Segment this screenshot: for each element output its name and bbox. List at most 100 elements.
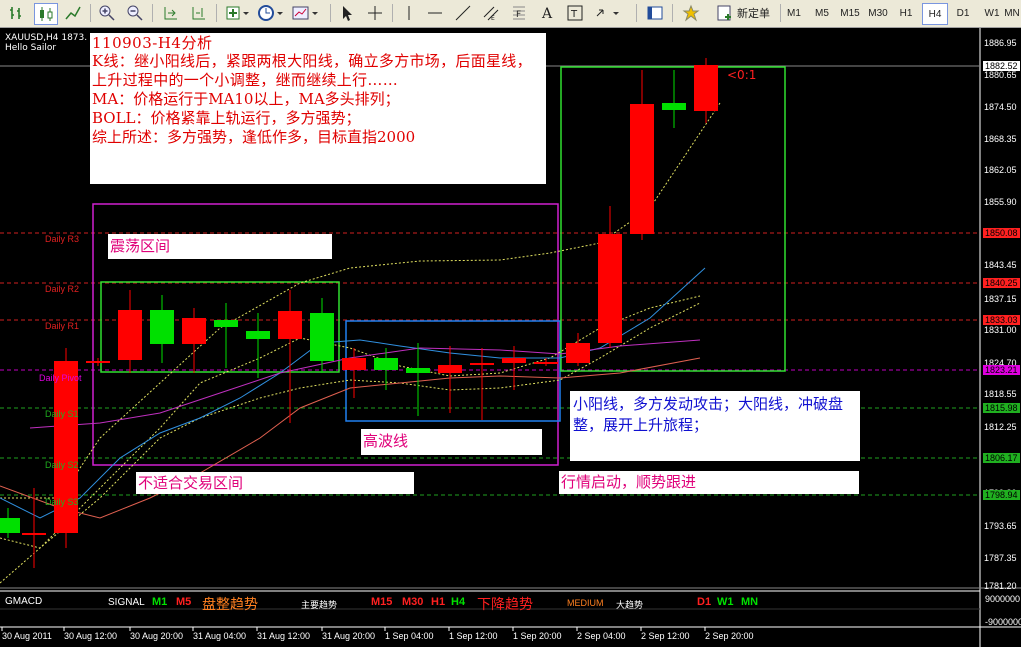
date-tick: 1 Sep 04:00 xyxy=(385,631,434,641)
trend-start-label: 行情启动，顺势跟进 xyxy=(559,471,859,494)
navigator-icon[interactable] xyxy=(644,3,666,23)
date-tick: 30 Aug 2011 xyxy=(2,631,52,641)
new-order-button[interactable]: 新定单 xyxy=(708,3,778,23)
channel-icon[interactable]: E xyxy=(480,3,502,23)
date-tick: 31 Aug 20:00 xyxy=(322,631,376,641)
svg-text:A: A xyxy=(541,6,553,22)
pivot-price-tag: 1806.17 xyxy=(983,453,1020,463)
price-tick: 1837.15 xyxy=(984,294,1017,304)
candle-body xyxy=(182,318,206,344)
gmacd-m15: M15 xyxy=(371,596,393,608)
gmacd-w1: W1 xyxy=(717,596,734,608)
price-tick: 1781.20 xyxy=(984,581,1017,591)
auto-scroll-icon[interactable] xyxy=(160,3,182,23)
gmacd-medium-label: MEDIUM xyxy=(567,598,604,608)
price-tick: 1818.55 xyxy=(984,389,1017,399)
trendline-icon[interactable] xyxy=(452,3,474,23)
candle-body xyxy=(502,358,526,363)
candlestick-icon[interactable] xyxy=(34,3,58,25)
fibonacci-icon[interactable]: F xyxy=(508,3,530,23)
date-tick: 30 Aug 20:00 xyxy=(130,631,184,641)
candle-body xyxy=(214,320,238,327)
pivot-price-tag: 1798.94 xyxy=(983,490,1020,500)
vertical-line-icon[interactable] xyxy=(398,3,420,23)
gmacd-h1: H1 xyxy=(431,596,446,608)
pivot-label-r3: Daily R3 xyxy=(45,234,80,244)
candle-body xyxy=(630,104,654,234)
date-tick: 1 Sep 12:00 xyxy=(449,631,498,641)
candle-body xyxy=(566,343,590,363)
pivot-label-s1: Daily S1 xyxy=(45,409,79,419)
analysis-line-ma: MA：价格运行于MA10以上，MA多头排列； xyxy=(92,90,400,108)
timeframe-m30[interactable]: M30 xyxy=(866,3,890,23)
gmacd-signal-label: SIGNAL xyxy=(108,597,145,608)
gmacd-g3-sub: 大趋势 xyxy=(616,600,644,610)
high-wave-label: 高波线 xyxy=(361,429,542,455)
candle-body xyxy=(118,310,142,360)
toolbar: E F A T 新定单 M1 M5 M15 M30 H1 H4 D1 W1 MN xyxy=(0,0,1021,28)
timeframe-m15[interactable]: M15 xyxy=(838,3,862,23)
price-tick: 1831.00 xyxy=(984,325,1017,335)
current-price-tag: 1882.52 xyxy=(983,61,1020,71)
timeframe-m5[interactable]: M5 xyxy=(810,3,834,23)
svg-text:F: F xyxy=(516,10,521,20)
timeframe-h1[interactable]: H1 xyxy=(894,3,918,23)
timeframe-h4[interactable]: H4 xyxy=(922,3,948,25)
text-icon[interactable]: A xyxy=(536,3,558,23)
pivot-price-tag: 1850.08 xyxy=(983,228,1020,238)
date-tick: 31 Aug 04:00 xyxy=(193,631,247,641)
gmacd-m30: M30 xyxy=(402,596,424,608)
timeframe-d1[interactable]: D1 xyxy=(951,3,975,23)
no-trade-label: 不适合交易区间 xyxy=(136,472,414,494)
candle-body xyxy=(342,358,366,370)
breakout-box xyxy=(560,66,786,372)
zoom-in-icon[interactable] xyxy=(96,3,118,23)
indicators-icon[interactable] xyxy=(224,3,252,23)
cursor-icon[interactable] xyxy=(336,3,358,23)
date-tick: 2 Sep 20:00 xyxy=(705,631,754,641)
candle-body xyxy=(310,313,334,361)
date-tick: 1 Sep 20:00 xyxy=(513,631,562,641)
candle-body xyxy=(662,103,686,110)
chart-shift-icon[interactable] xyxy=(188,3,210,23)
favorites-icon[interactable] xyxy=(680,3,702,23)
candle-body xyxy=(278,311,302,339)
arrows-icon[interactable] xyxy=(592,3,622,23)
date-tick: 2 Sep 12:00 xyxy=(641,631,690,641)
gmacd-g2-text: 下降趋势 xyxy=(477,596,533,612)
candle-body xyxy=(438,365,462,373)
analysis-line-kline: K线：继小阳线后，紧跟两根大阳线，确立多方市场，后面星线，上升过程中的一个小调整… xyxy=(92,52,532,89)
subwindow-tick-bottom: -9000000 xyxy=(985,617,1021,627)
candle-body xyxy=(246,331,270,339)
subwindow-tick-top: 9000000 xyxy=(985,594,1021,604)
candle-body xyxy=(598,234,622,343)
candle-body xyxy=(406,368,430,373)
price-tick: 1843.45 xyxy=(984,260,1017,270)
periods-icon[interactable] xyxy=(256,3,286,23)
pivot-label-r1: Daily R1 xyxy=(45,321,80,331)
bar-counter: <0:1 xyxy=(727,68,757,82)
gmacd-d1: D1 xyxy=(697,596,712,608)
new-order-label: 新定单 xyxy=(737,7,770,20)
candle-body xyxy=(470,363,494,365)
chart-window[interactable]: XAUUSD,H4 1873. Hello Sailor 110903-H4分析… xyxy=(0,28,1021,647)
pivot-label-s3: Daily S3 xyxy=(45,497,79,507)
text-label-icon[interactable]: T xyxy=(564,3,586,23)
timeframe-mn[interactable]: MN xyxy=(1004,3,1020,23)
price-tick: 1812.25 xyxy=(984,422,1017,432)
crosshair-icon[interactable] xyxy=(364,3,386,23)
horizontal-line-icon[interactable] xyxy=(424,3,446,23)
svg-text:T: T xyxy=(570,9,578,20)
gmacd-g1-text: 盘整趋势 xyxy=(202,596,258,612)
bar-chart-icon[interactable] xyxy=(6,3,28,23)
candle-body xyxy=(534,362,558,364)
candle-body xyxy=(150,310,174,344)
analysis-line-boll: BOLL：价格紧靠上轨运行，多方强势； xyxy=(92,109,361,127)
candle-body xyxy=(22,533,46,535)
zoom-out-icon[interactable] xyxy=(124,3,146,23)
templates-icon[interactable] xyxy=(290,3,320,23)
timeframe-m1[interactable]: M1 xyxy=(782,3,806,23)
line-chart-icon[interactable] xyxy=(62,3,84,23)
symbol-label: XAUUSD,H4 1873. xyxy=(5,33,88,43)
timeframe-w1[interactable]: W1 xyxy=(980,3,1004,23)
